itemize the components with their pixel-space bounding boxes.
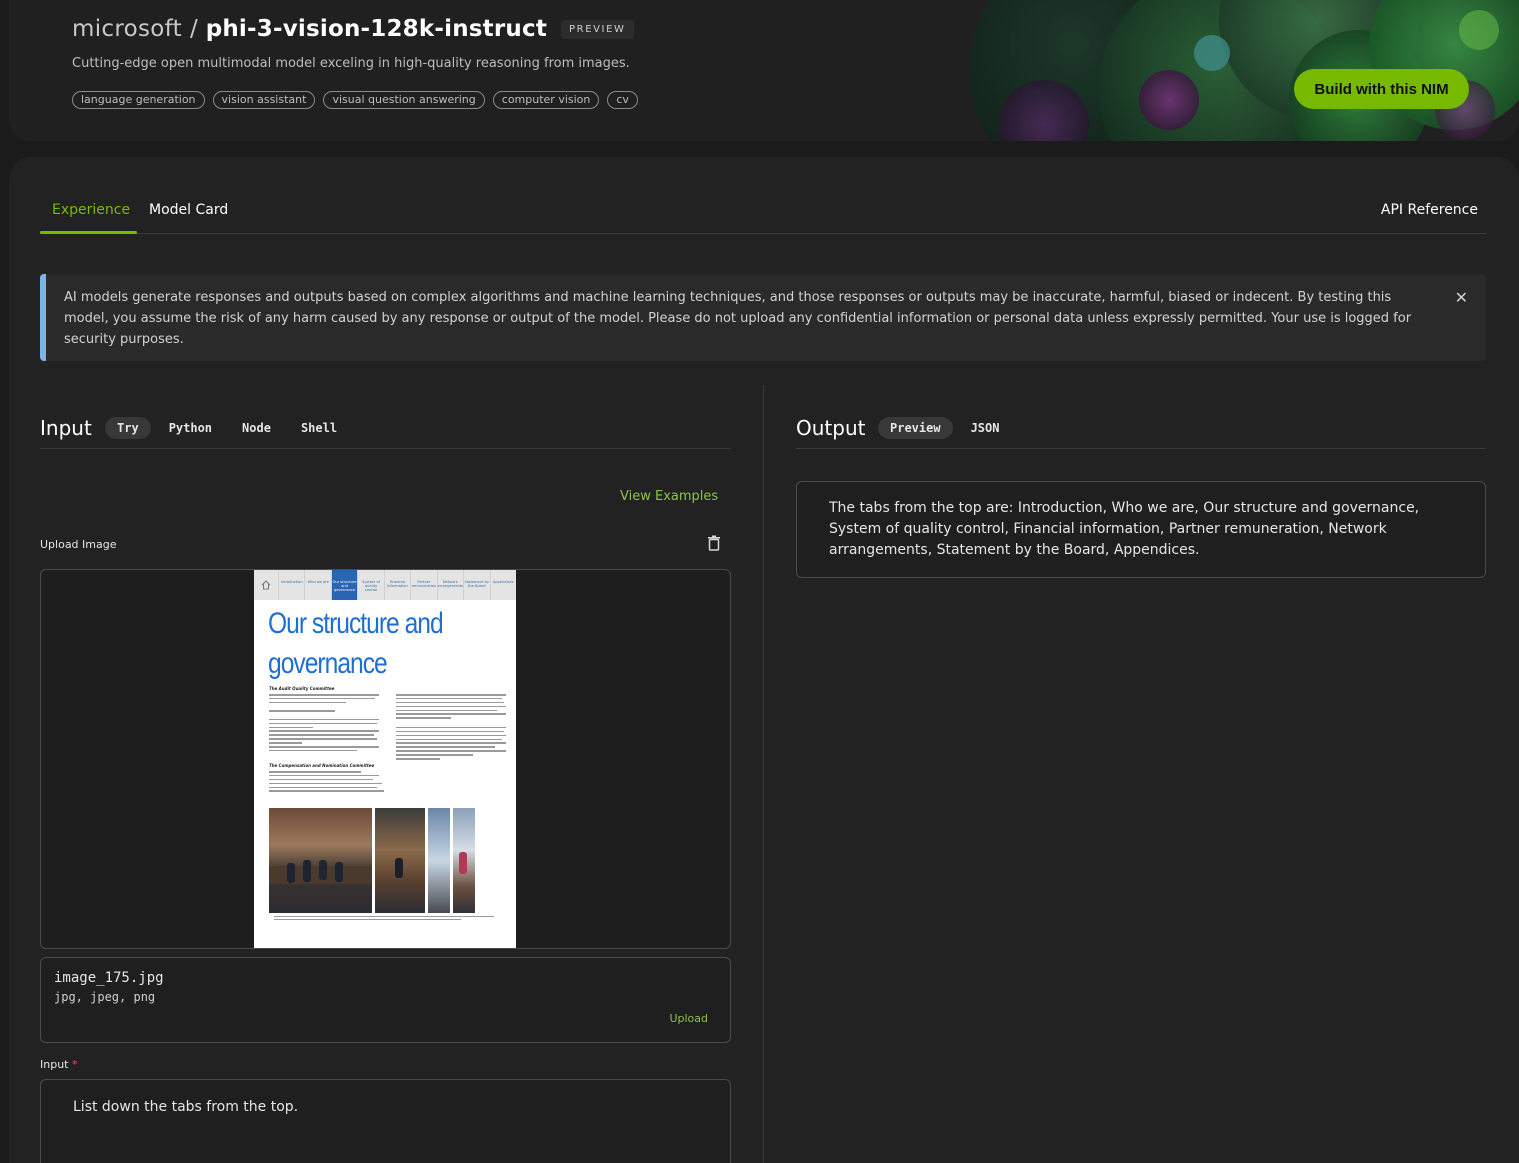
output-header-divider	[796, 448, 1486, 449]
model-header: microsoft / phi-3-vision-128k-instruct P…	[9, 0, 1519, 141]
tab-shell[interactable]: Shell	[289, 417, 349, 439]
doc-nav-item: Statement by the Board	[463, 570, 489, 600]
model-name: phi-3-vision-128k-instruct	[205, 16, 548, 42]
tag-vision-assistant[interactable]: vision assistant	[212, 91, 316, 109]
tab-model-card[interactable]: Model Card	[149, 202, 228, 218]
tag-visual-question-answering[interactable]: visual question answering	[323, 91, 485, 109]
build-with-nim-button[interactable]: Build with this NIM	[1294, 69, 1469, 109]
output-box: The tabs from the top are: Introduction,…	[796, 481, 1486, 578]
document-title: Our structure and governance	[268, 604, 514, 684]
file-name: image_175.jpg	[54, 970, 164, 986]
main-panel: Experience Model Card API Reference AI m…	[9, 157, 1519, 1163]
tag-computer-vision[interactable]: computer vision	[492, 91, 600, 109]
doc-nav-item: Financial information	[383, 570, 410, 600]
document-heading: The Compensation and Nomination Committe…	[269, 763, 375, 768]
tag-language-generation[interactable]: language generation	[72, 91, 205, 109]
upload-image-label: Upload Image	[40, 538, 117, 551]
prompt-input-value[interactable]: List down the tabs from the top.	[73, 1099, 298, 1115]
document-image: Introduction Who we are Our structure an…	[254, 570, 516, 948]
disclaimer-banner: AI models generate responses and outputs…	[40, 274, 1486, 361]
tab-json[interactable]: JSON	[959, 417, 1012, 439]
uploaded-image-preview[interactable]: Introduction Who we are Our structure an…	[40, 569, 731, 949]
document-title-line: Our structure and	[268, 607, 444, 640]
document-footnote	[274, 916, 494, 922]
title-separator: /	[189, 16, 198, 42]
view-examples-link[interactable]: View Examples	[620, 489, 718, 504]
doc-nav-item: Who we are	[304, 570, 330, 600]
disclaimer-text: AI models generate responses and outputs…	[64, 290, 1412, 347]
org-name[interactable]: microsoft	[72, 16, 182, 42]
doc-nav-item: Introduction	[278, 570, 304, 600]
home-icon	[254, 570, 278, 600]
model-output-text: The tabs from the top are: Introduction,…	[829, 500, 1420, 558]
tab-preview[interactable]: Preview	[878, 417, 953, 439]
page-tabs: Experience Model Card API Reference	[40, 194, 1486, 234]
tag-list: language generation vision assistant vis…	[72, 91, 638, 109]
file-upload-box[interactable]: image_175.jpg jpg, jpeg, png Upload	[40, 957, 731, 1043]
document-column-left	[269, 694, 379, 754]
doc-nav-item-active: Our structure and governance	[330, 570, 358, 600]
tab-try[interactable]: Try	[105, 417, 151, 439]
preview-badge: PREVIEW	[561, 19, 634, 39]
tab-experience[interactable]: Experience	[52, 202, 130, 218]
doc-nav-item: Partner remuneration	[410, 570, 436, 600]
document-title-line: governance	[268, 647, 388, 680]
tab-python[interactable]: Python	[157, 417, 224, 439]
model-description: Cutting-edge open multimodal model excel…	[72, 56, 630, 71]
document-nav-bar: Introduction Who we are Our structure an…	[254, 570, 516, 600]
output-section-title: Output	[796, 416, 866, 440]
input-header-divider	[40, 448, 731, 449]
tag-cv[interactable]: cv	[607, 91, 638, 109]
document-heading: The Audit Quality Committee	[269, 686, 335, 691]
required-marker: *	[71, 1058, 78, 1071]
doc-nav-item: Network arrangements	[436, 570, 463, 600]
tab-node[interactable]: Node	[230, 417, 283, 439]
document-column-right	[396, 694, 506, 762]
banner-accent-bar	[40, 274, 46, 361]
title-row: microsoft / phi-3-vision-128k-instruct P…	[72, 16, 634, 42]
input-label-text: Input	[40, 1058, 69, 1071]
input-field-label: Input *	[40, 1058, 77, 1071]
panel-divider	[763, 385, 764, 1163]
output-tabs: Preview JSON	[878, 417, 1011, 439]
trash-icon[interactable]	[707, 535, 721, 551]
doc-nav-item: Appendices	[489, 570, 516, 600]
doc-nav-item: System of quality control	[357, 570, 383, 600]
active-tab-indicator	[40, 231, 137, 234]
prompt-input[interactable]: List down the tabs from the top.	[40, 1079, 731, 1163]
document-column-left-2	[269, 771, 384, 794]
tab-api-reference[interactable]: API Reference	[1381, 202, 1478, 218]
accepted-file-types: jpg, jpeg, png	[54, 990, 156, 1004]
upload-button[interactable]: Upload	[669, 1012, 708, 1025]
document-photos	[269, 808, 475, 913]
input-section-title: Input	[40, 416, 92, 440]
close-icon[interactable]: ✕	[1455, 288, 1468, 307]
input-code-tabs: Try Python Node Shell	[105, 417, 349, 439]
